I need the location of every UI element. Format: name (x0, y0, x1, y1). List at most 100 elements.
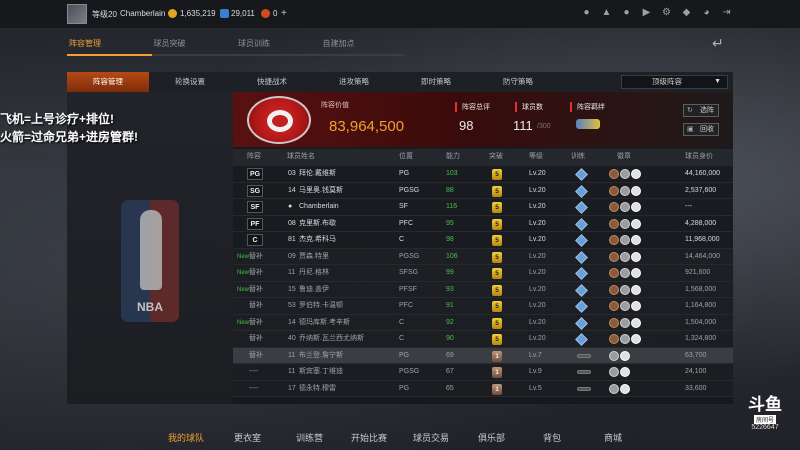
badge-icon (609, 169, 619, 179)
player-level: Lv.5 (529, 384, 542, 392)
player-level: Lv.20 (529, 335, 546, 342)
bell-icon[interactable]: ▲ (601, 7, 612, 18)
new-badge: New (237, 253, 250, 260)
settings-icon[interactable]: ⚙ (661, 7, 672, 18)
table-row[interactable]: SF ● Chamberlain SF 116 5 Lv.20 --- (233, 199, 733, 216)
point-count: 29,011 (231, 9, 255, 18)
new-badge: New (237, 319, 250, 326)
avatar[interactable] (67, 4, 87, 24)
player-level: Lv.20 (529, 170, 546, 177)
select-lineup-button[interactable]: ↻ 选阵 (683, 104, 719, 117)
subtab-rotation[interactable]: 轮换设置 (149, 72, 231, 92)
row-slot: C (247, 232, 263, 249)
recycle-button[interactable]: ▣ 回收 (683, 123, 719, 136)
player-name: 德玛库斯.考辛斯 (299, 318, 350, 326)
person-icon[interactable]: ● (581, 7, 592, 18)
player-level: Lv.20 (529, 252, 546, 260)
table-row[interactable]: New 替补 09 贾森.特里 PGSG 106 5 Lv.20 14,464,000 (233, 249, 733, 265)
nba-logo-text: NBA (137, 300, 163, 314)
player-name: 乔纳斯.瓦兰西尤纳斯 (299, 335, 364, 342)
table-row[interactable]: ---- 11 斯宾塞.丁维迪 PGSG 67 1 Lv.9 24,100 (233, 364, 733, 381)
badge-icon (609, 268, 619, 278)
subtab-defense-strategy[interactable]: 防守策略 (477, 72, 559, 92)
nav-locker-room[interactable]: 更衣室 (234, 431, 261, 444)
exit-icon[interactable]: ⇥ (721, 7, 732, 18)
person-icon: ● (288, 203, 293, 210)
tab-player-training[interactable]: 球员训练 (236, 34, 321, 56)
subtab-quick-tactics[interactable]: 快捷战术 (231, 72, 313, 92)
breakthrough-level: 5 (492, 334, 502, 345)
training-gem (575, 250, 588, 264)
table-row[interactable]: ---- 17 德永特.穆雷 PG 65 1 Lv.5 33,600 (233, 381, 733, 397)
badge-icon (631, 284, 641, 295)
breakthrough-icon: 5 (492, 216, 502, 233)
table-row[interactable]: New 替补 11 丹尼.格林 SFSG 99 5 Lv.20 921,600 (233, 265, 733, 282)
tab-lineup-management[interactable]: 阵容管理 (67, 34, 152, 56)
table-row[interactable]: New 替补 15 鲁迪.盖伊 PFSF 93 5 Lv.20 1,568,000 (233, 282, 733, 298)
add-currency-button[interactable]: + (281, 8, 287, 19)
player-value: 63,700 (685, 351, 707, 359)
douyu-watermark: 斗鱼 房间号 5226647 (742, 396, 788, 436)
header-breakthrough: 突破 (489, 153, 503, 160)
shield-icon[interactable]: ◆ (681, 7, 692, 18)
video-icon[interactable]: ▶ (641, 7, 652, 18)
row-slot: PF (247, 216, 263, 233)
recycle-icon: ▣ (687, 126, 694, 133)
header-lineup: 阵容 (247, 153, 261, 160)
player-value: 1,504,000 (685, 318, 717, 326)
player-name: 布兰登.詹宁斯 (299, 351, 343, 359)
player-name: 鲁迪.盖伊 (299, 285, 329, 293)
row-slot: 替补 (249, 302, 263, 309)
training-gem-icon (577, 348, 591, 365)
nav-training-camp[interactable]: 训练营 (296, 431, 323, 444)
table-row[interactable]: 替补 40 乔纳斯.瓦兰西尤纳斯 C 90 5 Lv.20 1,324,800 (233, 331, 733, 348)
lineup-dropdown[interactable]: 顶级阵容 ▼ (621, 75, 728, 89)
table-row[interactable]: SG 14 马里奥.钱莫斯 PGSG 88 5 Lv.20 2,537,600 (233, 183, 733, 200)
headset-icon[interactable]: ◕ (701, 7, 712, 18)
friends-icon[interactable]: ● (621, 7, 632, 18)
training-gem-icon (575, 199, 588, 216)
player-name: Chamberlain (299, 203, 339, 210)
training-gem (577, 386, 591, 391)
badge-icon (609, 218, 619, 229)
nav-player-trade[interactable]: 球员交易 (413, 431, 449, 444)
tab-custom-points[interactable]: 自建加点 (320, 34, 405, 56)
table-row[interactable]: C 81 杰克.希科马 C 98 5 Lv.20 11,968,000 (233, 232, 733, 249)
subtab-instant-strategy[interactable]: 即时策略 (395, 72, 477, 92)
nav-backpack[interactable]: 背包 (543, 431, 561, 444)
badge-group (609, 265, 641, 282)
back-icon[interactable]: ↵ (712, 35, 734, 51)
chevron-down-icon: ▼ (714, 78, 721, 85)
player-count-max: /300 (537, 123, 551, 130)
nav-start-match[interactable]: 开始比赛 (351, 431, 387, 444)
bond-icon[interactable] (576, 119, 600, 129)
subtab-lineup[interactable]: 阵容管理 (67, 72, 149, 92)
badge-group (609, 183, 641, 200)
subtab-offense-strategy[interactable]: 进攻策略 (313, 72, 395, 92)
table-row[interactable]: 替补 53 罗伯特.卡温顿 PFC 91 5 Lv.20 1,164,800 (233, 298, 733, 315)
nav-club[interactable]: 俱乐部 (478, 431, 505, 444)
player-position: SFSG (399, 269, 419, 276)
tab-player-breakthrough[interactable]: 球员突破 (151, 34, 236, 56)
table-row[interactable]: PF 08 克里斯.布歇 PFC 95 5 Lv.20 4,288,000 (233, 216, 733, 233)
jersey-number: 08 (288, 219, 296, 227)
badge-icon (620, 169, 630, 179)
badge-icon (609, 350, 619, 361)
badge-icon (609, 367, 619, 377)
badge-icon (631, 218, 641, 229)
coin-icon (168, 9, 177, 18)
player-count-label: 球员数 (515, 102, 543, 112)
breakthrough-level: 5 (492, 268, 502, 279)
badge-icon (620, 350, 630, 361)
table-row[interactable]: PG 03 拜伦.戴维斯 PG 103 5 Lv.20 44,160,000 (233, 166, 733, 183)
position-badge: SF (247, 201, 263, 213)
badge-icon (609, 317, 619, 328)
player-name: 拜伦.戴维斯 (299, 170, 336, 177)
nav-my-team[interactable]: 我的球队 (168, 431, 204, 444)
player-position: PFC (399, 302, 413, 309)
header-badge: 徽章 (617, 153, 631, 160)
table-row[interactable]: 替补 11 布兰登.詹宁斯 PG 69 1 Lv.7 63,700 (233, 347, 733, 365)
nav-shop[interactable]: 商城 (604, 431, 622, 444)
table-row[interactable]: New 替补 14 德玛库斯.考辛斯 C 92 5 Lv.20 1,504,000 (233, 315, 733, 331)
badge-icon (631, 251, 641, 262)
